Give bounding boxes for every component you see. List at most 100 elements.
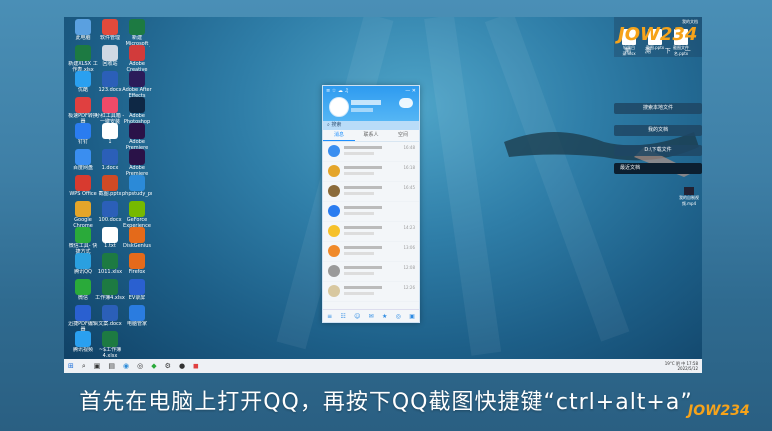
app-icon (75, 19, 91, 35)
app-icon (75, 45, 91, 61)
message-time: 14:23 (403, 225, 415, 230)
app-icon[interactable]: ◼ (193, 362, 199, 370)
conversation-item[interactable]: 14:23 (323, 222, 419, 242)
app-icon (75, 149, 91, 165)
conversation-item[interactable]: 16:18 (323, 162, 419, 182)
folder-icon[interactable]: ▤ (108, 362, 115, 370)
taskbar: ⊞ ⌕ ▣ ▤ ◉ ◎ ◆ ⚙ ● ◼ 19°C 阴 中 17:58 2022/… (64, 359, 702, 373)
app-icon (102, 201, 118, 217)
app-icon (75, 331, 91, 347)
clock-date: 2022/5/12 (677, 366, 698, 371)
conversation-item[interactable]: 12:26 (323, 282, 419, 302)
media-icon[interactable]: ● (179, 362, 185, 370)
qq-toolbar-icon[interactable]: ☷ (340, 313, 345, 320)
tab-contacts[interactable]: 联系人 (355, 130, 387, 141)
conversation-item[interactable]: 16:48 (323, 142, 419, 162)
conversation-item[interactable]: 12:08 (323, 262, 419, 282)
contact-name-blurred (344, 166, 382, 169)
contact-name-blurred (344, 266, 382, 269)
recent-docs-button[interactable]: 最近文档 (614, 163, 702, 174)
qq-window[interactable]: ≡ ☆ ☁ ♫ — ✕ ⌕ 搜索 消息 联系人 空间 16:48 16:18 16:… (322, 85, 420, 323)
search-input[interactable]: ⌕ 搜索 (323, 121, 419, 130)
app-icon (102, 175, 118, 191)
app-icon (129, 97, 145, 113)
app-icon (102, 19, 118, 35)
message-time: 12:08 (403, 265, 415, 270)
settings-icon[interactable]: ⚙ (165, 362, 171, 370)
qq-toolbar-icon[interactable]: ▣ (409, 313, 415, 320)
start-icon[interactable]: ⊞ (68, 362, 74, 370)
app-icon (102, 97, 118, 113)
app-icon (129, 45, 145, 61)
app-icon (129, 19, 145, 35)
tab-space[interactable]: 空间 (387, 130, 419, 141)
search-placeholder: 搜索 (331, 122, 342, 128)
my-documents-button[interactable]: 我的文档 (614, 125, 702, 136)
contact-name-blurred (344, 246, 382, 249)
nickname-blurred (351, 100, 381, 105)
message-time: 13:06 (403, 245, 415, 250)
avatar[interactable] (329, 97, 349, 117)
wechat-icon[interactable]: ◆ (151, 362, 156, 370)
app-icon (75, 201, 91, 217)
message-preview-blurred (344, 252, 374, 255)
message-preview-blurred (344, 152, 374, 155)
qq-toolbar-icon[interactable]: ☺ (354, 313, 360, 320)
system-tray[interactable]: 19°C 阴 中 17:58 2022/5/12 (665, 361, 698, 371)
video-icon (684, 187, 694, 195)
app-icon (102, 253, 118, 269)
contact-avatar (328, 145, 340, 157)
contact-name-blurred (344, 206, 382, 209)
app-icon (129, 201, 145, 217)
conversation-item[interactable]: 13:06 (323, 242, 419, 262)
contact-name-blurred (344, 226, 382, 229)
message-preview-blurred (344, 232, 374, 235)
chrome-icon[interactable]: ◎ (137, 362, 143, 370)
search-local-files-button[interactable]: 搜索本地文件 (614, 103, 702, 114)
contact-avatar (328, 265, 340, 277)
qq-logo-icon: ≡ ☆ ☁ ♫ (326, 88, 349, 94)
downloads-button[interactable]: D:\下载文件 (614, 145, 702, 156)
app-icon (75, 175, 91, 191)
message-preview-blurred (344, 292, 374, 295)
tutorial-caption: 首先在电脑上打开QQ，再按下QQ截图快捷键“ctrl+alt+a” (79, 390, 693, 415)
brand-logo-bottom: JOW234 (688, 403, 750, 419)
task-view-icon[interactable]: ▣ (94, 362, 101, 370)
app-icon (102, 227, 118, 243)
app-icon (129, 149, 145, 165)
contact-name-blurred (344, 286, 382, 289)
contact-name-blurred (344, 186, 382, 189)
edge-icon[interactable]: ◉ (123, 362, 129, 370)
tab-messages[interactable]: 消息 (323, 130, 355, 141)
qq-toolbar-icon[interactable]: ★ (382, 313, 387, 320)
message-preview-blurred (344, 212, 374, 215)
qq-bottom-bar: ≡ ☷ ☺ ✉ ★ ◎ ▣ (323, 309, 419, 322)
conversation-item[interactable]: 16:45 (323, 182, 419, 202)
light-ray (424, 17, 502, 356)
qq-toolbar-icon[interactable]: ✉ (369, 313, 374, 320)
desktop-icon-label: ~$工作簿4.xlsx (98, 347, 122, 359)
app-icon (102, 45, 118, 61)
app-icon (129, 253, 145, 269)
search-icon[interactable]: ⌕ (82, 362, 86, 371)
app-icon (102, 305, 118, 321)
window-controls[interactable]: — ✕ (405, 88, 416, 94)
app-icon (129, 71, 145, 87)
app-icon (75, 71, 91, 87)
desktop-video-file[interactable]: 我的自制视频.mp4 (676, 187, 702, 207)
conversation-item[interactable] (323, 202, 419, 222)
qq-toolbar-icon[interactable]: ≡ (327, 313, 332, 320)
brand-logo: JOW234 (618, 24, 698, 45)
video-file-label: 我的自制视频.mp4 (679, 195, 699, 206)
qq-header: ≡ ☆ ☁ ♫ — ✕ (323, 86, 419, 121)
weather-icon[interactable] (399, 98, 413, 108)
app-icon (129, 279, 145, 295)
app-icon (102, 279, 118, 295)
app-icon (129, 175, 145, 191)
desktop-icon[interactable]: 电脑管家 (122, 305, 152, 339)
message-time: 16:18 (403, 165, 415, 170)
contact-name-blurred (344, 146, 382, 149)
qq-toolbar-icon[interactable]: ◎ (396, 313, 401, 320)
app-icon (129, 305, 145, 321)
message-time: 12:26 (403, 285, 415, 290)
